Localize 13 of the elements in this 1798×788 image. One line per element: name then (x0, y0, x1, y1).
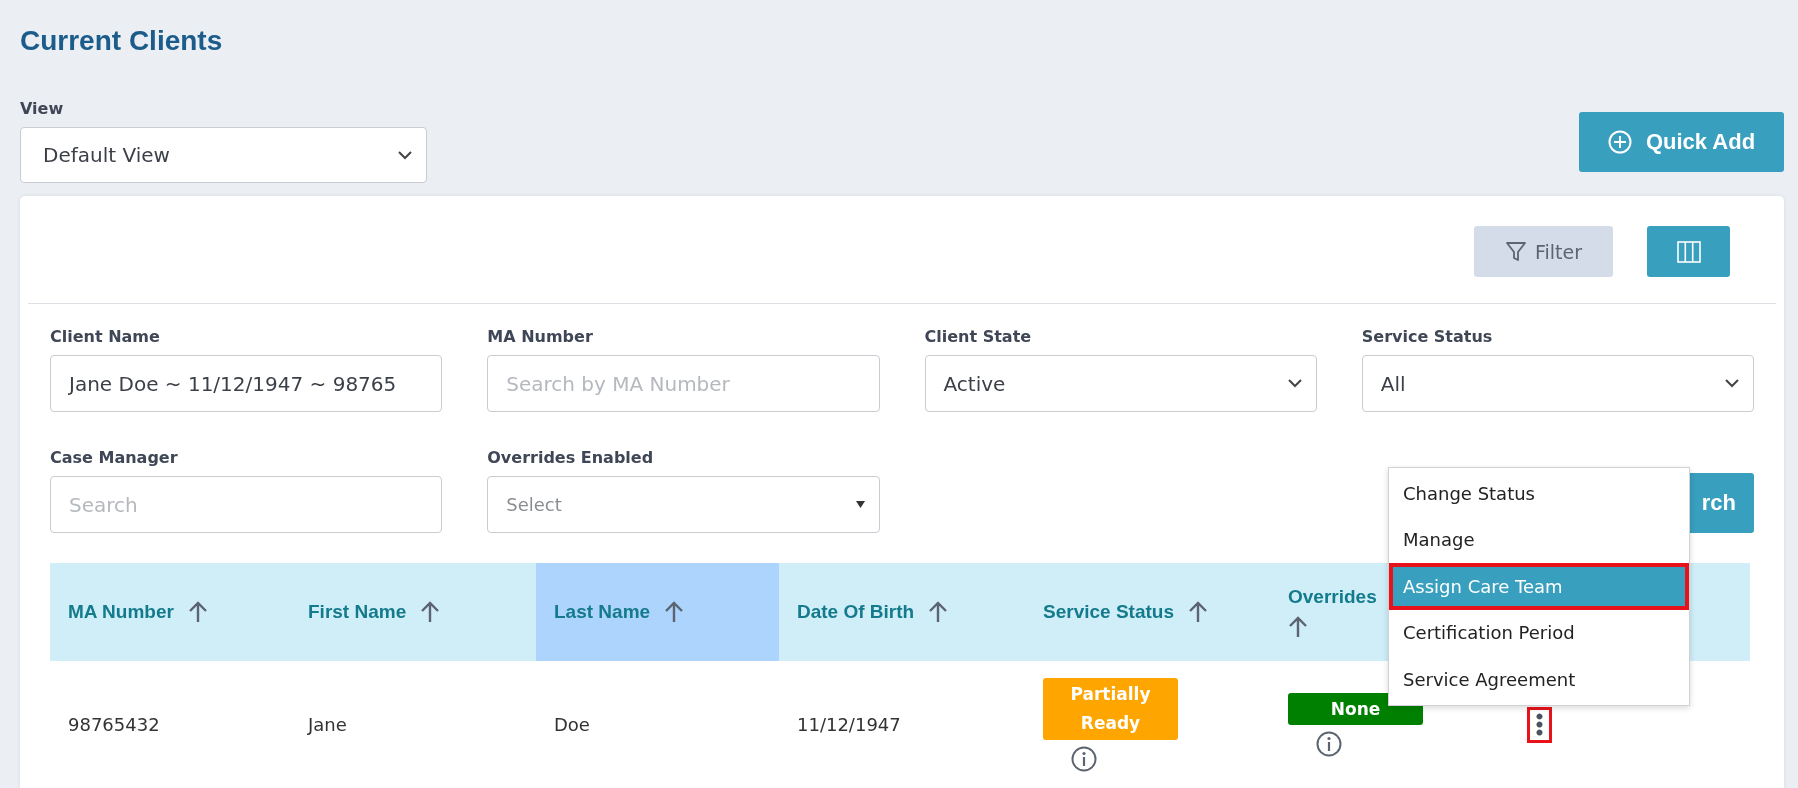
field-label: Client Name (50, 327, 161, 346)
table-cell: 11/12/1947 (797, 714, 901, 735)
field-label: Case Manager (50, 448, 179, 467)
status-badge: Partially Ready (1043, 677, 1178, 740)
page-title: Current Clients (20, 25, 223, 57)
field-label: Overrides Enabled (487, 448, 655, 467)
field-label: Client State (924, 327, 1033, 346)
field-label: Service Status (1361, 327, 1494, 346)
table-cell: Doe (554, 714, 590, 735)
field-label: View (20, 99, 65, 118)
field-label: MA Number (487, 327, 594, 346)
table-cell: Jane (308, 714, 347, 735)
table-cell: 98765432 (68, 714, 160, 735)
